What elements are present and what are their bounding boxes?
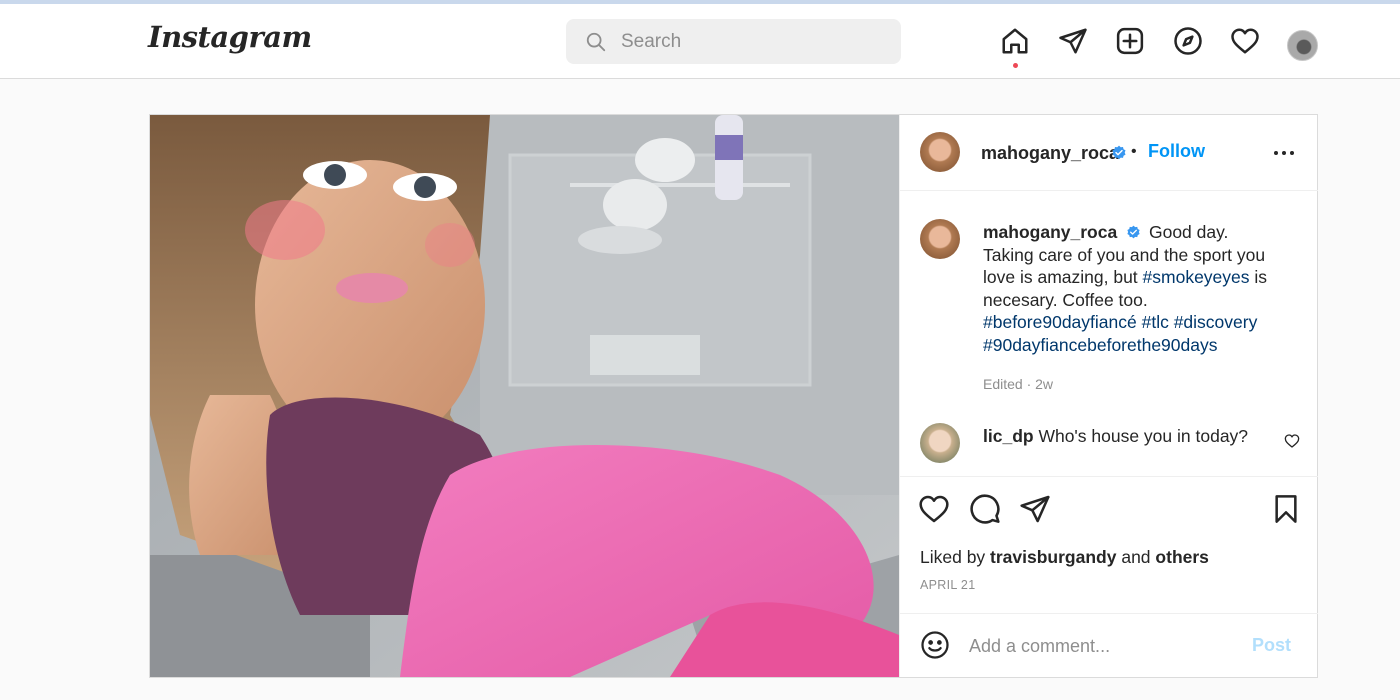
explore-button[interactable]: [1171, 24, 1205, 58]
direct-button[interactable]: [1056, 24, 1090, 58]
home-icon: [1002, 28, 1028, 54]
post-photo[interactable]: [150, 115, 899, 677]
separator-dot: •: [1131, 143, 1137, 160]
emoji-icon[interactable]: [920, 630, 950, 660]
caption-username[interactable]: mahogany_roca: [983, 222, 1117, 242]
edited-timestamp[interactable]: Edited · 2w: [983, 376, 1053, 392]
post-photo-illustration: [150, 115, 899, 677]
like-icon[interactable]: [918, 493, 950, 525]
likes-summary: Liked by travisburgandy and others: [920, 547, 1209, 568]
follow-button[interactable]: Follow: [1148, 141, 1205, 162]
hashtag-link[interactable]: #before90dayfiancé #tlc #discovery: [983, 311, 1283, 334]
post-actions: Liked by travisburgandy and others APRIL…: [900, 476, 1318, 613]
more-options-icon[interactable]: [1272, 141, 1296, 165]
top-navbar: Instagram: [0, 4, 1400, 79]
caption-text: necesary. Coffee too.: [983, 289, 1148, 310]
author-avatar[interactable]: [920, 132, 960, 172]
verified-badge-icon: [1112, 145, 1126, 160]
search-icon: [586, 32, 606, 52]
caption-text: Taking care of you and the sport you: [983, 244, 1266, 265]
likes-prefix: Liked by: [920, 547, 991, 567]
share-icon[interactable]: [1019, 493, 1051, 525]
post-date[interactable]: APRIL 21: [920, 578, 975, 592]
post-caption: mahogany_roca Good day. Taking care of y…: [983, 221, 1283, 357]
verified-badge-icon: [1127, 225, 1140, 239]
post-comment-button[interactable]: Post: [1252, 635, 1291, 656]
comment-icon[interactable]: [969, 493, 1001, 525]
heart-icon: [1231, 28, 1259, 54]
add-comment-bar: Post: [900, 613, 1318, 677]
post-header: mahogany_roca • Follow: [900, 115, 1318, 191]
author-username[interactable]: mahogany_roca: [981, 143, 1119, 164]
search-box[interactable]: [566, 19, 901, 64]
comment-like-icon[interactable]: [1284, 433, 1300, 449]
notification-dot: [1013, 63, 1018, 68]
explore-icon: [1174, 27, 1202, 55]
caption-text: love is amazing, but: [983, 267, 1143, 288]
activity-button[interactable]: [1228, 24, 1262, 58]
caption-text: is: [1249, 267, 1268, 288]
post-sidebar: mahogany_roca • Follow mahogany_roca Goo…: [899, 115, 1318, 677]
likes-middle: and: [1116, 547, 1156, 567]
post-card: mahogany_roca • Follow mahogany_roca Goo…: [149, 114, 1318, 678]
comment-item: lic_dp Who's house you in today?: [983, 426, 1248, 447]
profile-avatar[interactable]: [1287, 30, 1318, 61]
caption-avatar[interactable]: [920, 219, 960, 259]
new-post-button[interactable]: [1113, 24, 1147, 58]
hashtag-link[interactable]: #90dayfiancebeforethe90days: [983, 334, 1283, 357]
instagram-logo[interactable]: Instagram: [148, 20, 312, 54]
liked-by-user[interactable]: travisburgandy: [990, 547, 1116, 567]
likes-others-link[interactable]: others: [1155, 547, 1208, 567]
comment-text: Who's house you in today?: [1038, 426, 1249, 446]
direct-icon: [1059, 28, 1087, 54]
save-icon[interactable]: [1270, 493, 1302, 525]
hashtag-link[interactable]: #smokeyeyes: [1143, 267, 1250, 287]
caption-text: Good day.: [1148, 222, 1229, 242]
comment-username[interactable]: lic_dp: [983, 426, 1034, 446]
comment-input[interactable]: [969, 624, 1239, 668]
home-button[interactable]: [998, 24, 1032, 58]
commenter-avatar[interactable]: [920, 423, 960, 463]
new-post-icon: [1116, 27, 1144, 55]
search-input[interactable]: [621, 19, 881, 64]
